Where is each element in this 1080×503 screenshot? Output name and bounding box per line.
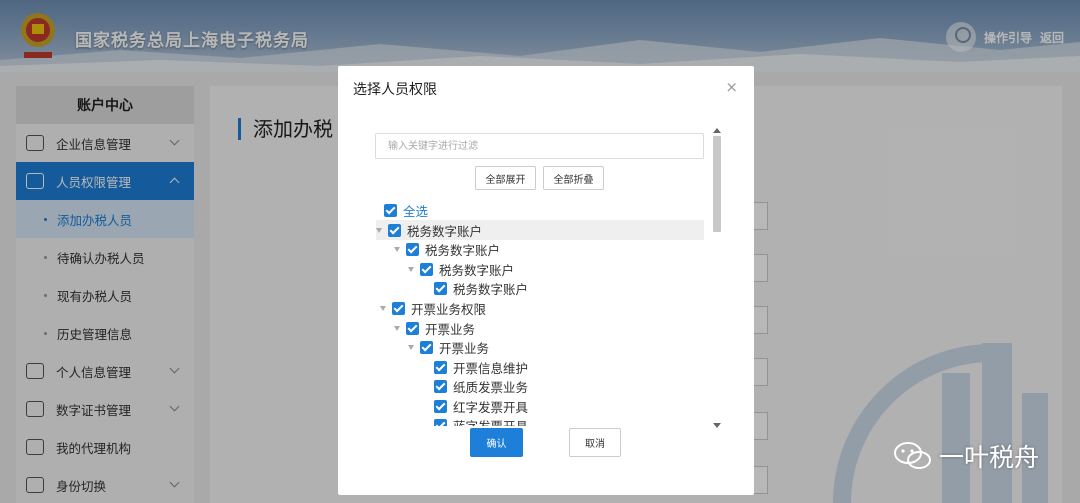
tree-node-label: 开票业务 xyxy=(425,321,476,337)
tree-node[interactable]: 蓝字发票开具 xyxy=(434,415,704,426)
tree-node-label: 开票业务权限 xyxy=(411,301,487,317)
confirm-button[interactable]: 确认 xyxy=(470,428,523,457)
tree-node-label: 税务数字账户 xyxy=(425,242,501,258)
close-icon[interactable]: × xyxy=(725,78,738,96)
tree-node-label: 红字发票开具 xyxy=(453,399,529,415)
caret-down-icon[interactable] xyxy=(380,305,386,311)
tree-node-label: 税务数字账户 xyxy=(439,262,515,278)
checkbox-checked-icon[interactable] xyxy=(420,262,433,276)
scroll-down-icon[interactable] xyxy=(713,423,721,428)
checkbox-checked-icon[interactable] xyxy=(434,360,447,374)
tree-node-label: 开票信息维护 xyxy=(453,360,529,376)
tree-node[interactable]: 红字发票开具 xyxy=(434,396,704,416)
select-all-checkbox[interactable]: 全选 xyxy=(384,200,704,220)
scroll-up-icon[interactable] xyxy=(713,128,721,133)
checkbox-checked-icon[interactable] xyxy=(406,242,419,256)
caret-down-icon[interactable] xyxy=(394,246,400,252)
tree-scrollbar[interactable] xyxy=(712,128,722,428)
tree-node-label: 开票业务 xyxy=(439,340,490,356)
tree-node[interactable]: 纸质发票业务 xyxy=(434,376,704,396)
caret-down-icon[interactable] xyxy=(376,227,382,233)
filter-input[interactable] xyxy=(375,133,704,159)
expand-all-button[interactable]: 全部展开 xyxy=(475,166,536,190)
tree-node[interactable]: 开票业务权限 xyxy=(380,298,704,318)
tree-node-label: 蓝字发票开具 xyxy=(453,418,529,427)
cancel-button[interactable]: 取消 xyxy=(569,428,621,457)
caret-down-icon[interactable] xyxy=(394,325,400,331)
checkbox-checked-icon[interactable] xyxy=(434,379,447,393)
tree-node[interactable]: 开票业务 xyxy=(394,318,704,338)
select-all-label: 全选 xyxy=(403,203,429,219)
permission-tree: 全选 税务数字账户 税务数字账户 税务数字账户 税务数字账户 开票业务权限 开票… xyxy=(376,200,704,426)
dialog-title: 选择人员权限 xyxy=(353,82,437,98)
tree-node[interactable]: 开票业务 xyxy=(408,337,704,357)
tree-node-label: 税务数字账户 xyxy=(407,223,483,239)
watermark-text: 一叶税舟 xyxy=(939,443,1040,472)
checkbox-checked-icon[interactable] xyxy=(388,223,401,237)
checkbox-checked-icon[interactable] xyxy=(392,301,405,315)
checkbox-checked-icon[interactable] xyxy=(384,203,397,217)
tree-node[interactable]: 税务数字账户 xyxy=(394,239,704,259)
tree-node-label: 纸质发票业务 xyxy=(453,379,529,395)
caret-down-icon[interactable] xyxy=(408,266,414,272)
scroll-thumb[interactable] xyxy=(713,136,721,232)
tree-node-label: 税务数字账户 xyxy=(453,281,529,297)
wechat-icon xyxy=(894,442,931,469)
tree-node[interactable]: 税务数字账户 xyxy=(434,278,704,298)
wechat-watermark: 一叶税舟 xyxy=(893,438,1039,474)
checkbox-checked-icon[interactable] xyxy=(406,321,419,335)
collapse-all-button[interactable]: 全部折叠 xyxy=(543,166,604,190)
checkbox-checked-icon[interactable] xyxy=(434,418,447,426)
checkbox-checked-icon[interactable] xyxy=(420,340,433,354)
checkbox-checked-icon[interactable] xyxy=(434,281,447,295)
caret-down-icon[interactable] xyxy=(408,344,414,350)
permission-dialog: 选择人员权限 × 全部展开 全部折叠 全选 税务数字账户 税务数字账户 税务数字… xyxy=(338,66,754,495)
tree-node[interactable]: 税务数字账户 xyxy=(376,220,704,240)
tree-node[interactable]: 税务数字账户 xyxy=(408,259,704,279)
tree-node[interactable]: 开票信息维护 xyxy=(434,357,704,377)
checkbox-checked-icon[interactable] xyxy=(434,399,447,413)
